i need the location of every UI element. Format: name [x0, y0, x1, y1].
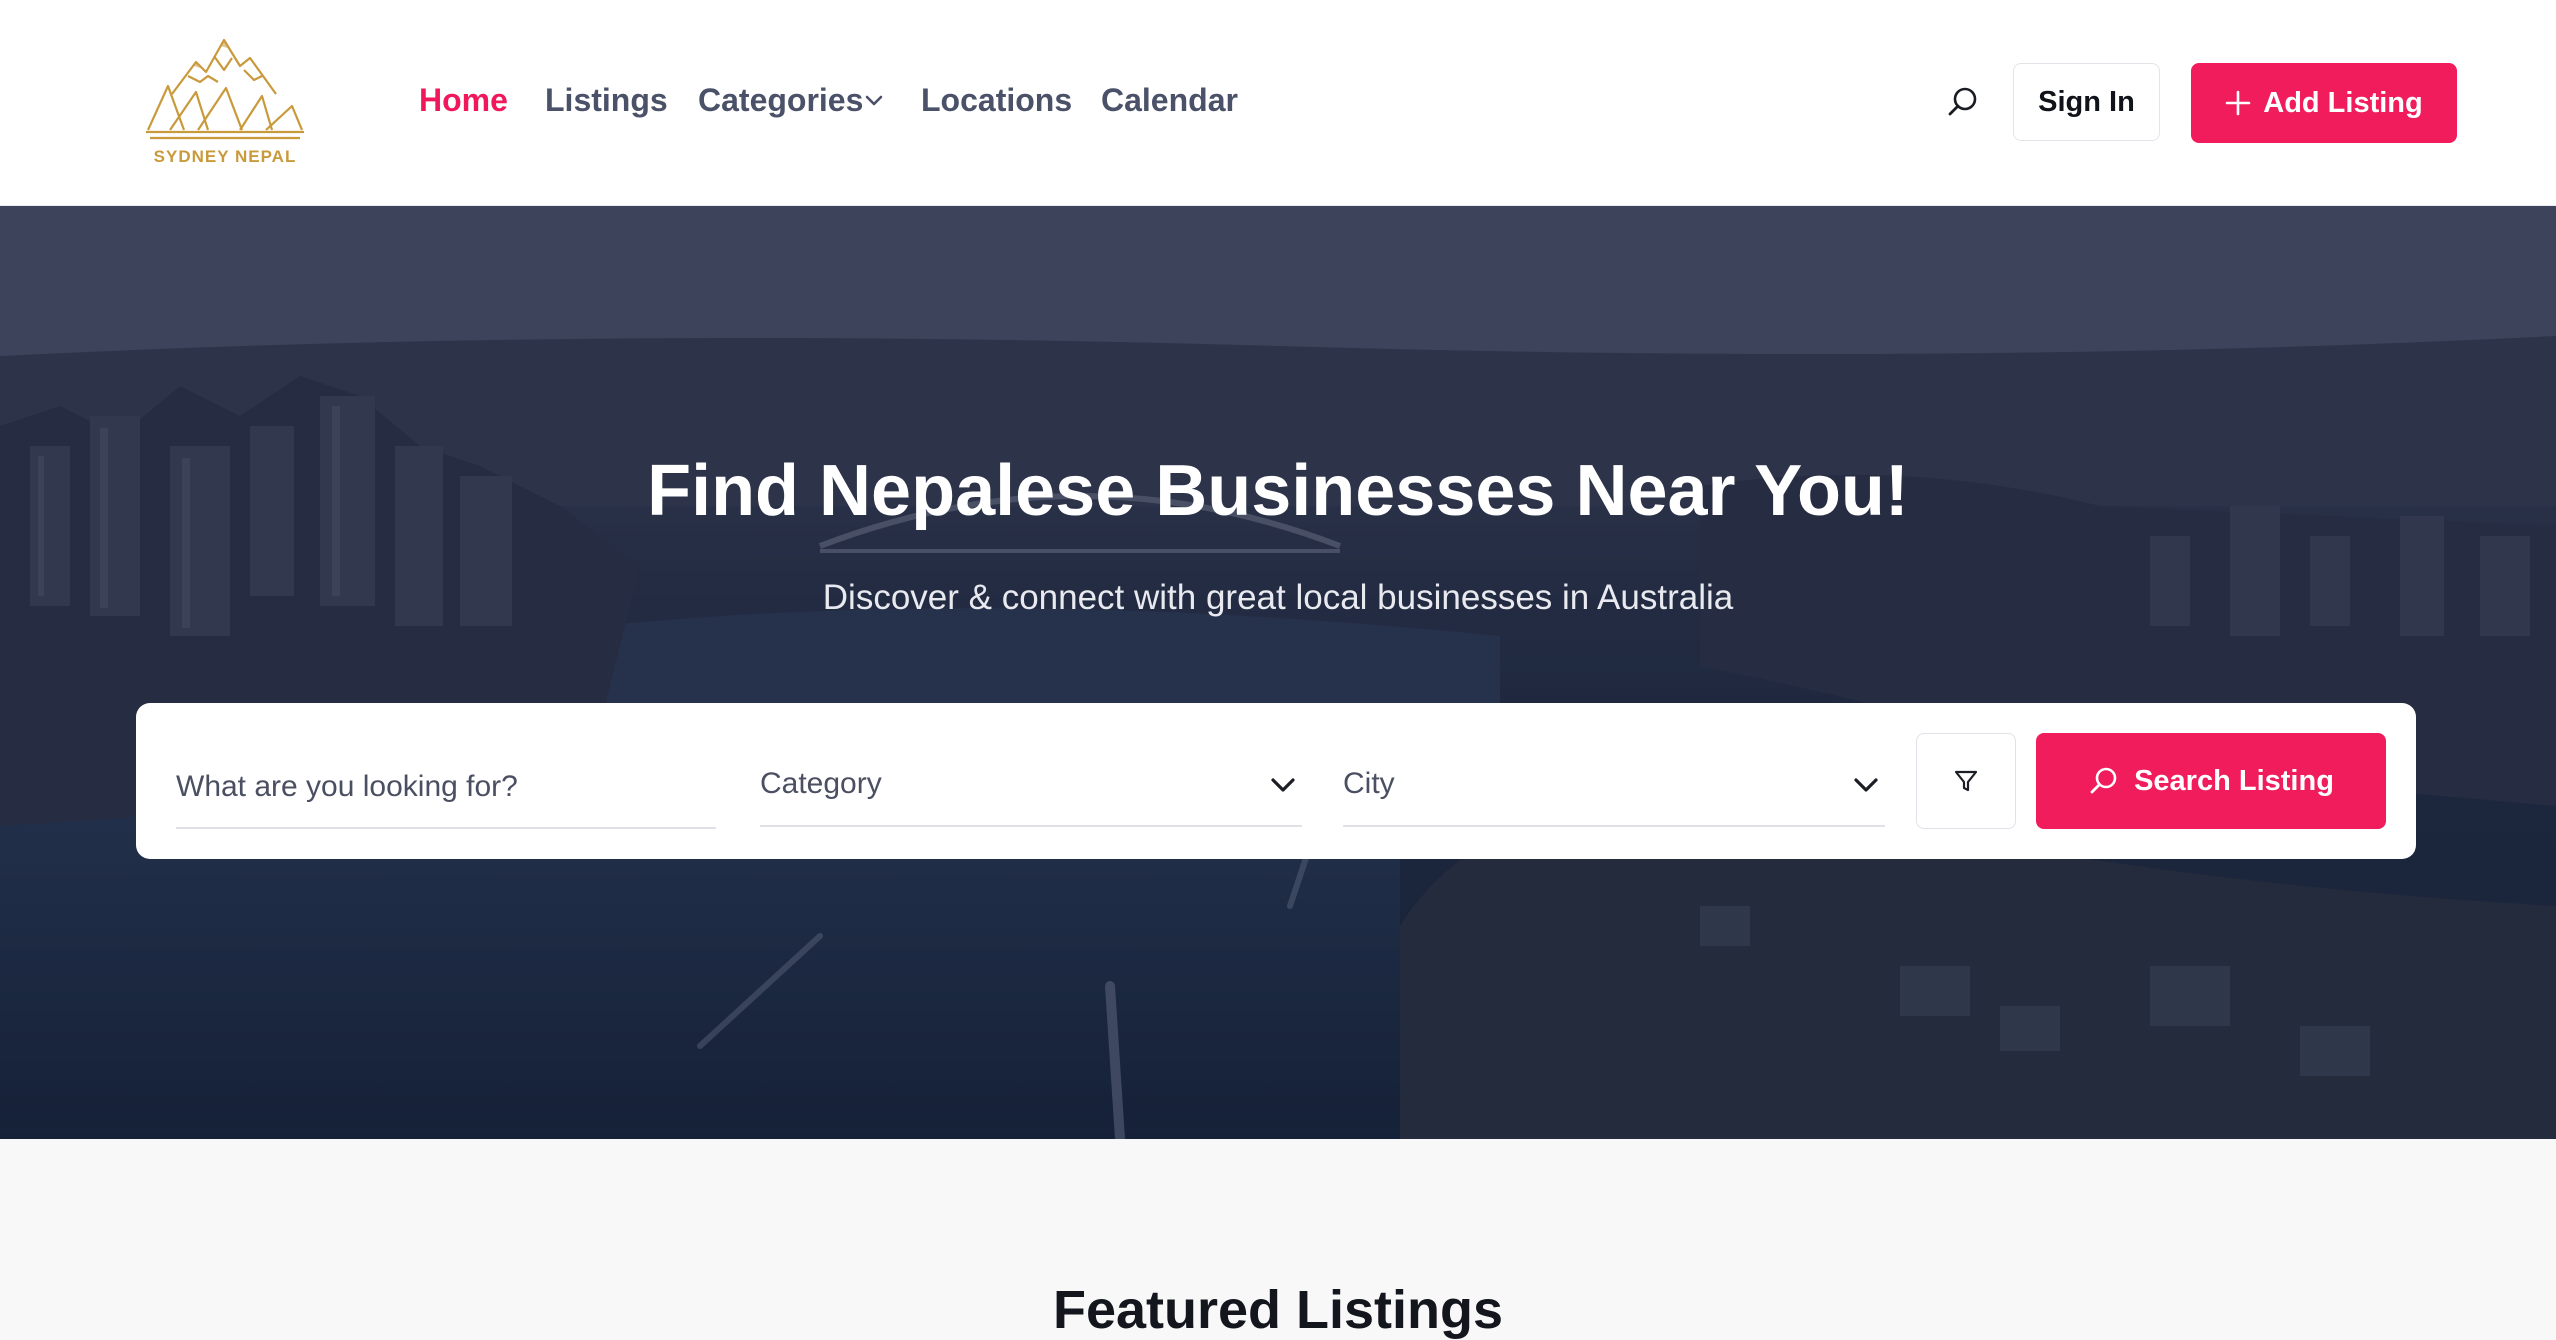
nav-home[interactable]: Home	[419, 80, 508, 120]
sign-in-label: Sign In	[2038, 85, 2135, 118]
plus-icon	[2225, 90, 2251, 116]
site-logo[interactable]: SYDNEY NEPAL	[140, 36, 310, 172]
chevron-down-icon	[1854, 778, 1878, 792]
keyword-search-input[interactable]	[176, 747, 716, 829]
hero-title: Find Nepalese Businesses Near You!	[647, 451, 1909, 531]
search-listing-button[interactable]: Search Listing	[2036, 733, 2386, 829]
city-select-label: City	[1343, 767, 1395, 800]
filter-button[interactable]	[1916, 733, 2016, 829]
search-listing-label: Search Listing	[2134, 764, 2334, 797]
search-icon[interactable]	[1945, 84, 1981, 120]
city-select[interactable]: City	[1343, 747, 1885, 827]
filter-icon	[1954, 770, 1978, 792]
nav-listings[interactable]: Listings	[545, 80, 668, 120]
search-icon	[2090, 767, 2117, 794]
featured-listings-heading: Featured Listings	[1052, 1280, 1504, 1340]
category-select[interactable]: Category	[760, 747, 1302, 827]
category-select-label: Category	[760, 767, 882, 800]
nav-calendar[interactable]: Calendar	[1101, 80, 1238, 120]
opera-house-logo-icon	[146, 38, 304, 140]
search-panel: Category City Search Listing	[136, 703, 2416, 859]
add-listing-button[interactable]: Add Listing	[2191, 63, 2457, 143]
hero-section: Find Nepalese Businesses Near You! Disco…	[0, 206, 2556, 1139]
nav-categories[interactable]: Categories	[698, 80, 863, 120]
chevron-down-icon	[1271, 778, 1295, 792]
add-listing-label: Add Listing	[2263, 86, 2423, 119]
hero-subtitle: Discover & connect with great local busi…	[822, 578, 1734, 617]
site-header: SYDNEY NEPAL Home Listings Categories Lo…	[0, 0, 2556, 206]
chevron-down-icon[interactable]	[863, 89, 885, 111]
sydney-harbour-background-image	[0, 206, 2556, 1139]
logo-text: SYDNEY NEPAL	[153, 147, 297, 166]
nav-locations[interactable]: Locations	[921, 80, 1072, 120]
sign-in-button[interactable]: Sign In	[2013, 63, 2160, 141]
